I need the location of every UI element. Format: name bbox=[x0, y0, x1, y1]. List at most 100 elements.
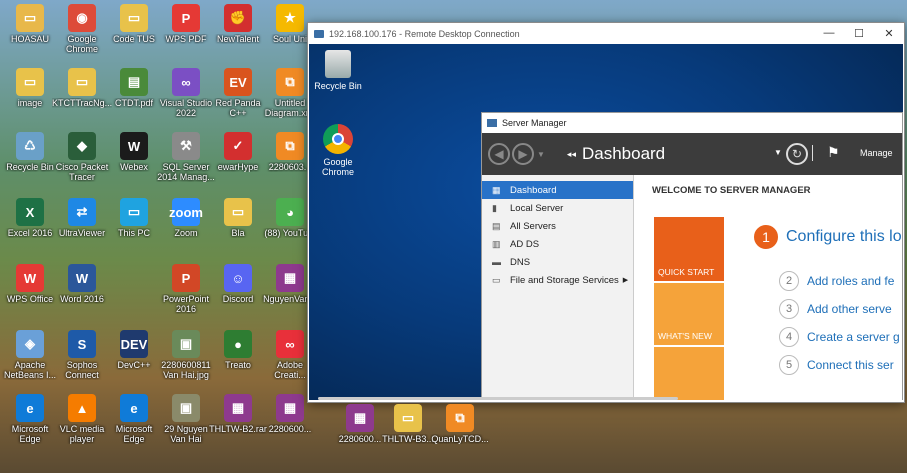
desktop-icon[interactable]: ▭ This PC bbox=[104, 196, 164, 260]
minimize-button[interactable]: — bbox=[814, 27, 844, 40]
desktop-app-icon: e bbox=[120, 394, 148, 422]
desktop-app-icon: S bbox=[68, 330, 96, 358]
forward-icon[interactable]: ▶ bbox=[512, 143, 534, 165]
desktop-icon[interactable]: W Word 2016 bbox=[52, 262, 112, 326]
tile-what-s-new[interactable]: WHAT'S NEW bbox=[654, 283, 724, 345]
desktop-icon-label: Excel 2016 bbox=[7, 228, 53, 238]
desktop-icon[interactable]: zoom Zoom bbox=[156, 196, 216, 260]
rdp-titlebar[interactable]: 192.168.100.176 - Remote Desktop Connect… bbox=[308, 23, 904, 44]
rdp-scrollbar[interactable] bbox=[318, 397, 678, 400]
quick-start-step[interactable]: 4 Create a server g bbox=[779, 327, 900, 347]
desktop-icon[interactable]: ▭ KTCTTracNg... bbox=[52, 66, 112, 130]
desktop-icon[interactable]: ◈ Apache NetBeans I... bbox=[0, 328, 60, 392]
desktop-app-icon: ⧉ bbox=[446, 404, 474, 432]
desktop-icon[interactable]: ◆ Cisco Packet Tracer bbox=[52, 130, 112, 194]
flag-icon[interactable]: ⚑ bbox=[827, 144, 840, 161]
desktop-icon-label: SQL Server 2014 Manag... bbox=[157, 162, 215, 182]
desktop-icon[interactable]: W WPS Office bbox=[0, 262, 60, 326]
desktop-app-icon: ◈ bbox=[16, 330, 44, 358]
maximize-button[interactable]: ☐ bbox=[844, 27, 874, 40]
desktop-app-icon: ▭ bbox=[394, 404, 422, 432]
server-manager-window[interactable]: Server Manager ◀ ▶ ▼ ◂◂ Dashboard ▼ ↻ ⚑ … bbox=[481, 112, 903, 400]
step-number: 3 bbox=[779, 299, 799, 319]
desktop-icon[interactable]: P WPS PDF bbox=[156, 2, 216, 66]
desktop-icon-label: 2280600811 Van Hai.jpg bbox=[161, 360, 211, 380]
desktop-icon[interactable]: ▭ image bbox=[0, 66, 60, 130]
desktop-icon[interactable]: EV Red Panda C++ bbox=[208, 66, 268, 130]
desktop-icon[interactable]: ▦ THLTW-B2.rar bbox=[208, 392, 268, 456]
desktop-icon-label: UltraViewer bbox=[58, 228, 106, 238]
desktop-icon[interactable]: DEV DevC++ bbox=[104, 328, 164, 392]
sm-titlebar[interactable]: Server Manager bbox=[482, 113, 902, 133]
desktop-icon[interactable]: ▤ CTDT.pdf bbox=[104, 66, 164, 130]
remote-desktop-area[interactable]: Recycle Bin Google Chrome Server Manager… bbox=[309, 44, 903, 400]
desktop-icon-label: Microsoft Edge bbox=[115, 424, 153, 444]
step-label: Configure this lo bbox=[786, 228, 902, 245]
desktop-app-icon: ▦ bbox=[276, 394, 304, 422]
expand-icon[interactable]: ▶ bbox=[623, 276, 628, 284]
desktop-icon[interactable]: ▭ THLTW-B3... bbox=[378, 402, 438, 466]
sidebar-item[interactable]: ▮ Local Server bbox=[482, 199, 633, 217]
tile-quick-start[interactable]: QUICK START bbox=[654, 217, 724, 281]
remote-desktop-window[interactable]: 192.168.100.176 - Remote Desktop Connect… bbox=[307, 22, 905, 403]
desktop-app-icon: ☺ bbox=[224, 264, 252, 292]
sidebar-item[interactable]: ▤ All Servers bbox=[482, 217, 633, 235]
desktop-icon[interactable]: ▭ Code TUS bbox=[104, 2, 164, 66]
manage-menu[interactable]: Manage bbox=[860, 148, 893, 158]
quick-start-step[interactable]: 3 Add other serve bbox=[779, 299, 892, 319]
sidebar-item[interactable]: ▥ AD DS bbox=[482, 235, 633, 253]
step-label: Create a server g bbox=[807, 330, 900, 344]
desktop-icon[interactable]: e Microsoft Edge bbox=[104, 392, 164, 456]
desktop-icon-label: Bla bbox=[231, 228, 245, 238]
quick-start-step[interactable]: 2 Add roles and fe bbox=[779, 271, 894, 291]
desktop-icon[interactable]: ▣ 2280600811 Van Hai.jpg bbox=[156, 328, 216, 392]
sidebar-item[interactable]: ▬ DNS bbox=[482, 253, 633, 271]
sidebar-item[interactable]: ▭ File and Storage Services ▶ bbox=[482, 271, 633, 289]
desktop-icon[interactable]: ▣ 29 Nguyen Van Hai bbox=[156, 392, 216, 456]
desktop-icon[interactable]: ⚒ SQL Server 2014 Manag... bbox=[156, 130, 216, 194]
tile-learn-more[interactable]: LEARN MORE bbox=[654, 347, 724, 400]
desktop-icon[interactable]: ⇄ UltraViewer bbox=[52, 196, 112, 260]
desktop-icon[interactable]: S Sophos Connect bbox=[52, 328, 112, 392]
sidebar-item-label: All Servers bbox=[510, 220, 556, 232]
sidebar-item-icon: ▦ bbox=[492, 184, 501, 195]
desktop-app-icon: ▭ bbox=[16, 68, 44, 96]
desktop-icon[interactable]: ◉ Google Chrome bbox=[52, 2, 112, 66]
sidebar-item[interactable]: ▦ Dashboard bbox=[482, 181, 633, 199]
sidebar-item-icon: ▥ bbox=[492, 238, 501, 249]
desktop-icon[interactable]: ▲ VLC media player bbox=[52, 392, 112, 456]
desktop-app-icon: ▭ bbox=[68, 68, 96, 96]
desktop-app-icon: W bbox=[68, 264, 96, 292]
desktop-icon[interactable]: ⧉ QuanLyTCD... bbox=[430, 402, 490, 466]
desktop-icon-label: ewarHype bbox=[217, 162, 259, 172]
desktop-app-icon: zoom bbox=[169, 198, 203, 226]
desktop-icon[interactable]: ∞ Visual Studio 2022 bbox=[156, 66, 216, 130]
quick-start-step[interactable]: 1 Configure this lo bbox=[754, 225, 902, 249]
desktop-icon-label: 29 Nguyen Van Hai bbox=[164, 424, 208, 444]
history-dropdown-icon[interactable]: ▼ bbox=[537, 150, 545, 159]
desktop-icon-label: image bbox=[17, 98, 43, 108]
quick-start-step[interactable]: 5 Connect this ser bbox=[779, 355, 894, 375]
desktop-icon-label: KTCTTracNg... bbox=[52, 98, 112, 108]
refresh-icon[interactable]: ↻ bbox=[786, 143, 808, 165]
close-button[interactable]: ✕ bbox=[874, 27, 904, 40]
remote-recycle-bin[interactable]: Recycle Bin bbox=[313, 50, 363, 91]
desktop-icon[interactable]: ☺ Discord bbox=[208, 262, 268, 326]
desktop-icon[interactable]: W Webex bbox=[104, 130, 164, 194]
back-icon[interactable]: ◀ bbox=[488, 143, 510, 165]
desktop-icon[interactable]: ♺ Recycle Bin bbox=[0, 130, 60, 194]
desktop-icon[interactable]: ✊ NewTalent bbox=[208, 2, 268, 66]
desktop-icon[interactable]: ● Treato bbox=[208, 328, 268, 392]
dropdown-icon[interactable]: ▼ bbox=[774, 148, 782, 157]
desktop-icon[interactable]: ▭ Bla bbox=[208, 196, 268, 260]
desktop-icon[interactable]: ✓ ewarHype bbox=[208, 130, 268, 194]
remote-chrome[interactable]: Google Chrome bbox=[313, 124, 363, 177]
desktop-icon[interactable]: P PowerPoint 2016 bbox=[156, 262, 216, 326]
desktop-icon-label: Word 2016 bbox=[60, 294, 104, 304]
desktop-app-icon: ◆ bbox=[68, 132, 96, 160]
desktop-app-icon: e bbox=[16, 394, 44, 422]
desktop-icon[interactable]: e Microsoft Edge bbox=[0, 392, 60, 456]
desktop-icon[interactable]: X Excel 2016 bbox=[0, 196, 60, 260]
step-label: Add roles and fe bbox=[807, 274, 895, 288]
desktop-icon[interactable]: ▭ HOASAU bbox=[0, 2, 60, 66]
